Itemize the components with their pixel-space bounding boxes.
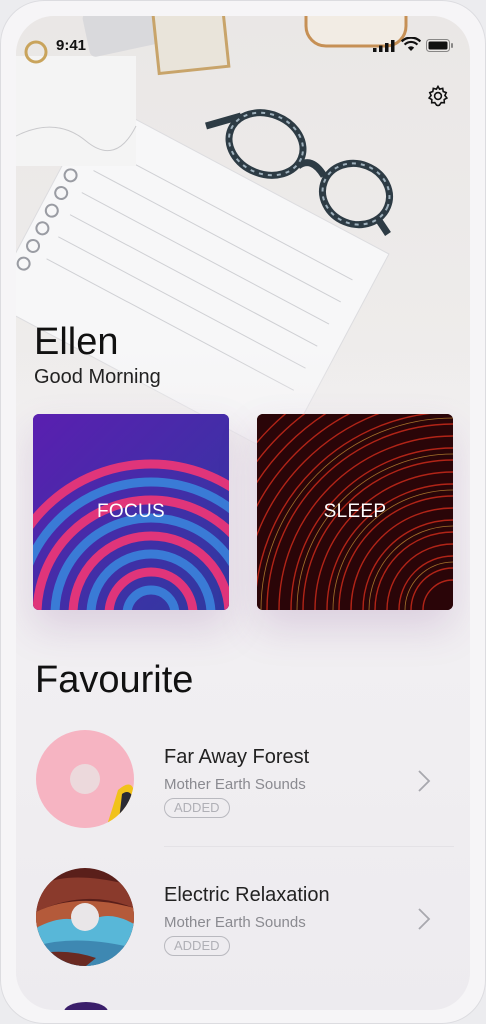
- favourite-section-title: Favourite: [35, 659, 194, 701]
- track-title: Far Away Forest: [164, 746, 310, 768]
- list-item[interactable]: Far Away Forest Mother Earth Sounds ADDE…: [16, 728, 470, 848]
- status-bar: 9:41: [16, 16, 470, 60]
- chevron-right-icon[interactable]: [416, 906, 432, 932]
- signal-icon: [373, 40, 395, 52]
- track-artist: Mother Earth Sounds: [164, 776, 306, 793]
- track-title: Electric Relaxation: [164, 884, 330, 906]
- focus-card[interactable]: FOCUS: [33, 414, 229, 610]
- added-badge: ADDED: [164, 798, 230, 818]
- gear-icon[interactable]: [426, 84, 450, 108]
- list-divider: [164, 846, 454, 847]
- status-time: 9:41: [56, 37, 87, 54]
- greeting-text: Good Morning: [34, 366, 161, 388]
- chevron-right-icon[interactable]: [416, 768, 432, 794]
- sleep-card[interactable]: SLEEP: [257, 414, 453, 610]
- list-item[interactable]: Electric Relaxation Mother Earth Sounds …: [16, 866, 470, 986]
- track-artist: Mother Earth Sounds: [164, 914, 306, 931]
- sleep-card-label: SLEEP: [323, 501, 387, 522]
- phone-frame: 9:41 Ellen Good Morning FOCUS SLEEP Favo…: [0, 0, 486, 1024]
- added-badge: ADDED: [164, 936, 230, 956]
- user-name: Ellen: [34, 321, 119, 363]
- battery-icon: [426, 39, 453, 52]
- wifi-icon: [401, 37, 421, 51]
- track-thumbnail: [36, 868, 134, 966]
- app-screen: 9:41 Ellen Good Morning FOCUS SLEEP Favo…: [16, 16, 470, 1010]
- track-thumbnail: [36, 730, 134, 828]
- focus-card-label: FOCUS: [97, 501, 165, 522]
